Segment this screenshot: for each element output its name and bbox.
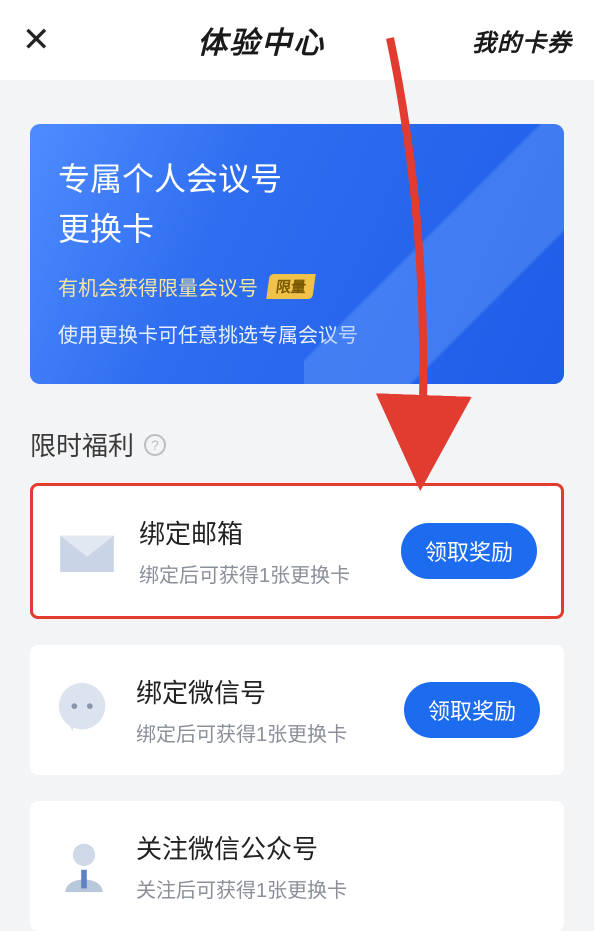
section-title: 限时福利 [30,426,134,463]
claim-reward-button[interactable]: 领取奖励 [404,682,540,738]
banner-line1: 专属个人会议号 [58,154,536,200]
email-icon [57,521,117,581]
my-cards-link[interactable]: 我的卡券 [472,23,572,58]
task-card-follow-official[interactable]: 关注微信公众号 关注后可获得1张更换卡 [30,801,564,931]
task-title: 绑定邮箱 [139,514,379,551]
task-text: 绑定微信号 绑定后可获得1张更换卡 [136,673,382,747]
help-icon[interactable]: ? [144,434,166,456]
banner-desc: 使用更换卡可任意挑选专属会议号 [58,319,536,348]
task-text: 关注微信公众号 关注后可获得1张更换卡 [136,829,540,903]
task-sub: 绑定后可获得1张更换卡 [136,718,382,747]
cards-list: 绑定邮箱 绑定后可获得1张更换卡 领取奖励 绑定微信号 绑定后可获得1张更换卡 … [0,483,594,931]
close-icon[interactable]: ✕ [22,23,51,57]
spacer [0,80,594,124]
banner-line2: 更换卡 [58,204,536,250]
promo-banner[interactable]: 专属个人会议号 更换卡 有机会获得限量会议号 限量 使用更换卡可任意挑选专属会议… [30,124,564,384]
task-sub: 关注后可获得1张更换卡 [136,874,540,903]
task-sub: 绑定后可获得1张更换卡 [139,559,379,588]
chat-icon [54,680,114,740]
limited-badge: 限量 [266,274,316,299]
claim-reward-button[interactable]: 领取奖励 [401,523,537,579]
task-text: 绑定邮箱 绑定后可获得1张更换卡 [139,514,379,588]
page-title: 体验中心 [197,18,325,62]
banner-sub-row: 有机会获得限量会议号 限量 [58,272,536,301]
banner-sub: 有机会获得限量会议号 [58,272,258,301]
task-card-bind-email[interactable]: 绑定邮箱 绑定后可获得1张更换卡 领取奖励 [30,483,564,619]
person-icon [54,836,114,896]
header: ✕ 体验中心 我的卡券 [0,0,594,80]
banner-wrap: 专属个人会议号 更换卡 有机会获得限量会议号 限量 使用更换卡可任意挑选专属会议… [0,124,594,384]
section-header: 限时福利 ? [0,384,594,483]
task-title: 绑定微信号 [136,673,382,710]
task-card-bind-wechat[interactable]: 绑定微信号 绑定后可获得1张更换卡 领取奖励 [30,645,564,775]
task-title: 关注微信公众号 [136,829,540,866]
